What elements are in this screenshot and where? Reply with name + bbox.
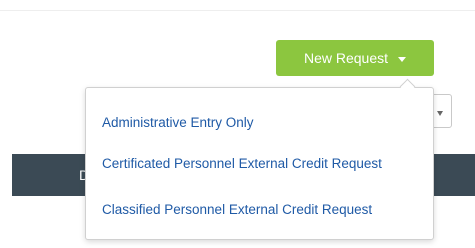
new-request-dropdown-menu: Administrative Entry Only Certificated P…	[85, 87, 434, 240]
page: New Request D Administrative Entry Only …	[0, 0, 475, 248]
select-chevron-icon	[437, 111, 443, 116]
caret-down-icon	[398, 56, 407, 62]
menu-item-classified-credit-request[interactable]: Classified Personnel External Credit Req…	[102, 201, 372, 219]
new-request-label: New Request	[303, 50, 389, 66]
menu-item-certificated-credit-request[interactable]: Certificated Personnel External Credit R…	[102, 155, 382, 173]
divider	[0, 10, 475, 11]
menu-item-administrative-entry[interactable]: Administrative Entry Only	[102, 114, 254, 132]
new-request-button[interactable]: New Request	[276, 40, 434, 76]
